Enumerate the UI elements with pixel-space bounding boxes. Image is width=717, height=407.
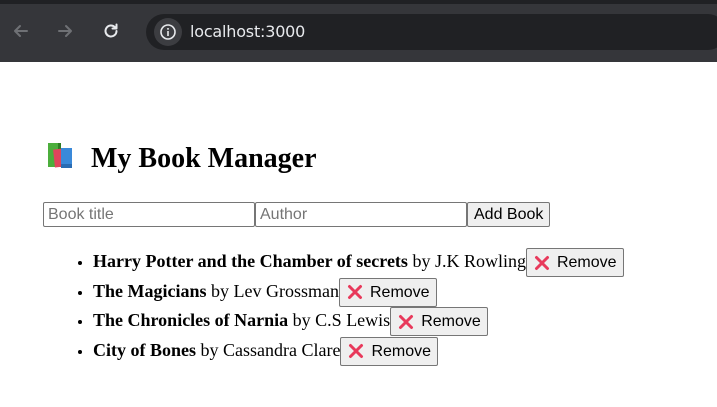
remove-button[interactable]: Remove <box>390 307 488 337</box>
remove-button[interactable]: Remove <box>525 248 624 278</box>
back-button[interactable] <box>6 16 36 46</box>
remove-label: Remove <box>371 342 432 360</box>
forward-button[interactable] <box>50 16 80 46</box>
reload-button[interactable] <box>96 16 126 46</box>
page-title: My Book Manager <box>45 139 317 178</box>
back-arrow-icon <box>14 25 28 37</box>
close-icon <box>348 285 362 300</box>
forward-arrow-icon <box>58 25 72 37</box>
book-author: by C.S Lewis <box>288 310 391 330</box>
books-icon <box>45 139 77 178</box>
list-item: The Magicians by Lev Grossman Remove <box>93 277 624 307</box>
add-book-button[interactable]: Add Book <box>467 202 551 227</box>
address-bar[interactable]: localhost:3000 <box>146 14 717 50</box>
list-item: City of Bones by Cassandra Clare Remove <box>93 336 624 366</box>
info-icon <box>160 24 176 40</box>
page-content: My Book Manager Add Book Harry Potter an… <box>0 62 717 407</box>
book-list: Harry Potter and the Chamber of secrets … <box>53 247 624 366</box>
book-title: Harry Potter and the Chamber of secrets <box>93 251 408 271</box>
close-icon <box>534 255 549 270</box>
close-icon <box>399 314 414 329</box>
browser-toolbar: localhost:3000 <box>0 0 717 62</box>
page-title-text: My Book Manager <box>91 142 317 174</box>
url-text[interactable]: localhost:3000 <box>190 22 305 41</box>
remove-label: Remove <box>556 254 617 272</box>
book-title: The Chronicles of Narnia <box>93 310 289 330</box>
add-book-form: Add Book <box>43 202 551 227</box>
site-info-button[interactable] <box>154 18 182 46</box>
remove-button[interactable]: Remove <box>340 336 439 366</box>
book-title-input[interactable] <box>43 202 255 227</box>
close-icon <box>349 344 364 359</box>
book-title: City of Bones <box>93 339 196 360</box>
author-input[interactable] <box>255 202 467 227</box>
book-author: by Cassandra Clare <box>196 339 341 360</box>
book-author: by Lev Grossman <box>206 280 339 301</box>
list-item: Harry Potter and the Chamber of secrets … <box>93 247 624 278</box>
reload-icon <box>104 23 118 38</box>
book-author: by J.K Rowling <box>407 251 526 271</box>
book-title: The Magicians <box>93 280 207 301</box>
remove-button[interactable]: Remove <box>339 277 437 307</box>
remove-label: Remove <box>421 313 481 331</box>
remove-label: Remove <box>370 283 430 301</box>
list-item: The Chronicles of Narnia by C.S Lewis Rem… <box>93 306 624 337</box>
